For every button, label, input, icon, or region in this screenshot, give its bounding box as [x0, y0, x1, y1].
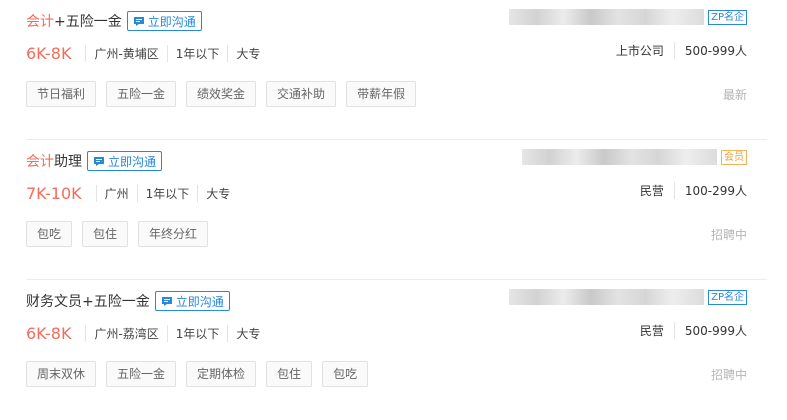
company-type: 民营 — [640, 321, 675, 339]
location: 广州-荔湾区 — [85, 324, 166, 342]
benefit-tag: 节日福利 — [26, 81, 97, 107]
company-type: 上市公司 — [616, 41, 675, 59]
location: 广州-黄埔区 — [85, 44, 166, 62]
benefit-tag: 绩效奖金 — [186, 81, 257, 107]
salary: 6K-8K — [26, 43, 72, 63]
member-badge: 会员 — [721, 149, 747, 165]
benefit-tag: 定期体检 — [186, 361, 257, 387]
benefit-tag: 包吃 — [26, 221, 73, 247]
chat-button[interactable]: 立即沟通 — [87, 151, 163, 171]
salary: 7K-10K — [26, 183, 82, 203]
benefit-tag: 年终分红 — [138, 221, 209, 247]
title-keyword: 会计 — [26, 154, 54, 170]
title-text: +五险一金 — [54, 14, 122, 30]
job-meta: 7K-10K 广州 1年以下 大专 — [26, 182, 238, 204]
chat-bubble-icon — [161, 296, 172, 306]
company-name-blurred — [509, 9, 705, 25]
salary: 6K-8K — [26, 323, 72, 343]
chat-label: 立即沟通 — [108, 154, 157, 169]
title-text: 助理 — [54, 154, 82, 170]
company-type: 民营 — [640, 181, 675, 199]
company-size: 500-999人 — [684, 43, 747, 58]
chat-bubble-icon — [94, 156, 104, 166]
benefit-tag: 包住 — [82, 221, 129, 247]
job-card[interactable]: 财务文员+五险一金 立即沟通 6K-8K 广州-荔湾区 1年以下 大专 周末双休… — [26, 280, 767, 420]
job-card[interactable]: 会计 +五险一金 立即沟通 6K-8K 广州-黄埔区 1年以下 大专 节日福利 … — [26, 0, 767, 140]
education: 大专 — [197, 184, 238, 202]
company-meta: 民营 500-999人 — [640, 320, 747, 340]
job-status: 招聘中 — [710, 228, 747, 242]
job-meta: 6K-8K 广州-荔湾区 1年以下 大专 — [26, 322, 268, 344]
company-name[interactable]: ZP名企 — [509, 289, 747, 305]
chat-label: 立即沟通 — [175, 294, 224, 309]
chat-button[interactable]: 立即沟通 — [154, 291, 230, 311]
education: 大专 — [227, 44, 268, 62]
experience: 1年以下 — [136, 184, 198, 202]
job-status: 最新 — [722, 88, 747, 102]
benefit-tag: 带薪年假 — [346, 81, 417, 107]
company-meta: 上市公司 500-999人 — [616, 40, 747, 60]
zp-badge: ZP名企 — [708, 9, 747, 25]
location: 广州 — [95, 184, 137, 202]
job-meta: 6K-8K 广州-黄埔区 1年以下 大专 — [26, 42, 268, 64]
zp-badge: ZP名企 — [708, 289, 747, 305]
experience: 1年以下 — [166, 44, 228, 62]
benefit-tag: 周末双休 — [26, 361, 97, 387]
company-size: 500-999人 — [684, 323, 747, 338]
benefit-tags: 周末双休 五险一金 定期体检 包住 包吃 — [26, 361, 369, 387]
job-card[interactable]: 会计 助理 立即沟通 7K-10K 广州 1年以下 大专 包吃 包住 年终分红 … — [26, 140, 767, 280]
company-meta: 民营 100-299人 — [640, 180, 747, 200]
chat-bubble-icon — [133, 16, 144, 26]
company-size: 100-299人 — [684, 183, 747, 198]
job-title[interactable]: 会计 助理 立即沟通 — [26, 150, 163, 172]
benefit-tag: 包住 — [266, 361, 313, 387]
job-title[interactable]: 财务文员+五险一金 立即沟通 — [26, 290, 230, 312]
benefit-tags: 包吃 包住 年终分红 — [26, 221, 209, 247]
benefit-tags: 节日福利 五险一金 绩效奖金 交通补助 带薪年假 — [26, 81, 417, 107]
benefit-tag: 五险一金 — [106, 361, 177, 387]
benefit-tag: 包吃 — [322, 361, 369, 387]
company-name[interactable]: ZP名企 — [509, 9, 747, 25]
title-keyword: 会计 — [26, 14, 54, 30]
company-name-blurred — [509, 289, 705, 305]
chat-button[interactable]: 立即沟通 — [126, 11, 202, 31]
company-name[interactable]: 会员 — [522, 149, 747, 165]
experience: 1年以下 — [166, 324, 228, 342]
benefit-tag: 五险一金 — [106, 81, 177, 107]
education: 大专 — [227, 324, 268, 342]
job-title[interactable]: 会计 +五险一金 立即沟通 — [26, 10, 202, 32]
title-text: 财务文员+五险一金 — [26, 294, 150, 310]
job-status: 招聘中 — [710, 368, 747, 382]
benefit-tag: 交通补助 — [266, 81, 337, 107]
chat-label: 立即沟通 — [147, 14, 196, 29]
company-name-blurred — [522, 149, 717, 165]
